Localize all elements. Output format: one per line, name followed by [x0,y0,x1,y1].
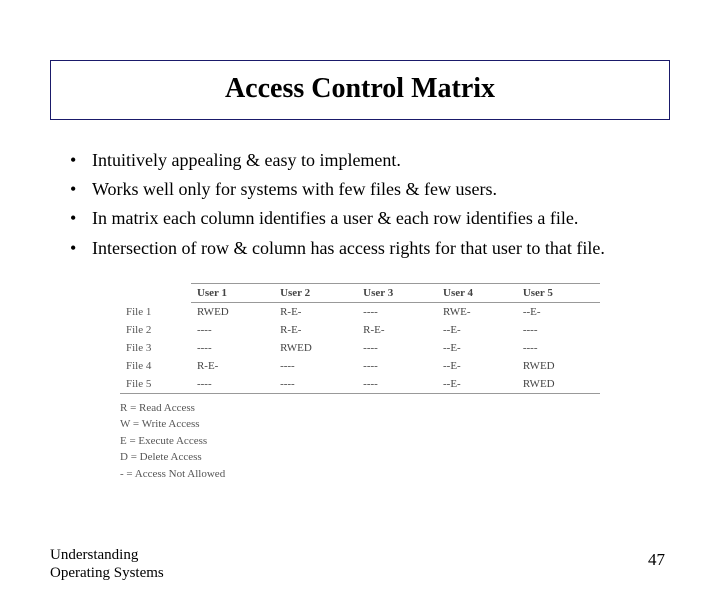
col-header: User 1 [191,283,274,302]
cell: --E- [437,321,517,339]
legend-item: D = Delete Access [120,449,600,466]
cell: ---- [517,321,600,339]
row-header: File 2 [120,321,191,339]
cell: R-E- [274,302,357,321]
cell: RWED [517,357,600,375]
title-box: Access Control Matrix [50,60,670,120]
table-row: File 3 ---- RWED ---- --E- ---- [120,339,600,357]
legend-item: E = Execute Access [120,433,600,450]
cell: ---- [517,339,600,357]
slide-title: Access Control Matrix [51,73,669,105]
cell: ---- [357,339,437,357]
bullet-item: In matrix each column identifies a user … [70,206,670,231]
cell: ---- [191,321,274,339]
cell: ---- [357,302,437,321]
cell: R-E- [357,321,437,339]
footer-line: Understanding [50,546,164,564]
row-header: File 1 [120,302,191,321]
row-header: File 5 [120,375,191,394]
cell: --E- [517,302,600,321]
cell: ---- [357,375,437,394]
footer-line: Operating Systems [50,564,164,582]
cell: --E- [437,375,517,394]
legend-item: R = Read Access [120,400,600,417]
cell: ---- [191,339,274,357]
bullet-item: Intersection of row & column has access … [70,236,670,261]
col-header: User 4 [437,283,517,302]
cell: ---- [191,375,274,394]
cell: R-E- [274,321,357,339]
table-row: File 5 ---- ---- ---- --E- RWED [120,375,600,394]
access-matrix-table: User 1 User 2 User 3 User 4 User 5 File … [120,283,600,394]
table-row: File 2 ---- R-E- R-E- --E- ---- [120,321,600,339]
cell: --E- [437,339,517,357]
cell: R-E- [191,357,274,375]
cell: RWED [517,375,600,394]
col-header: User 3 [357,283,437,302]
legend: R = Read Access W = Write Access E = Exe… [120,400,600,483]
cell: RWE- [437,302,517,321]
legend-item: W = Write Access [120,416,600,433]
col-header: User 2 [274,283,357,302]
bullet-item: Intuitively appealing & easy to implemen… [70,148,670,173]
cell: ---- [274,357,357,375]
row-header: File 4 [120,357,191,375]
cell: RWED [191,302,274,321]
cell: RWED [274,339,357,357]
matrix-figure: User 1 User 2 User 3 User 4 User 5 File … [120,283,600,483]
table-row: File 1 RWED R-E- ---- RWE- --E- [120,302,600,321]
bullet-list: Intuitively appealing & easy to implemen… [70,148,670,261]
col-header: User 5 [517,283,600,302]
cell: --E- [437,357,517,375]
page-number: 47 [648,550,665,570]
bullet-item: Works well only for systems with few fil… [70,177,670,202]
footer-text: Understanding Operating Systems [50,546,164,582]
row-header: File 3 [120,339,191,357]
legend-item: - = Access Not Allowed [120,466,600,483]
table-row: File 4 R-E- ---- ---- --E- RWED [120,357,600,375]
cell: ---- [274,375,357,394]
cell: ---- [357,357,437,375]
